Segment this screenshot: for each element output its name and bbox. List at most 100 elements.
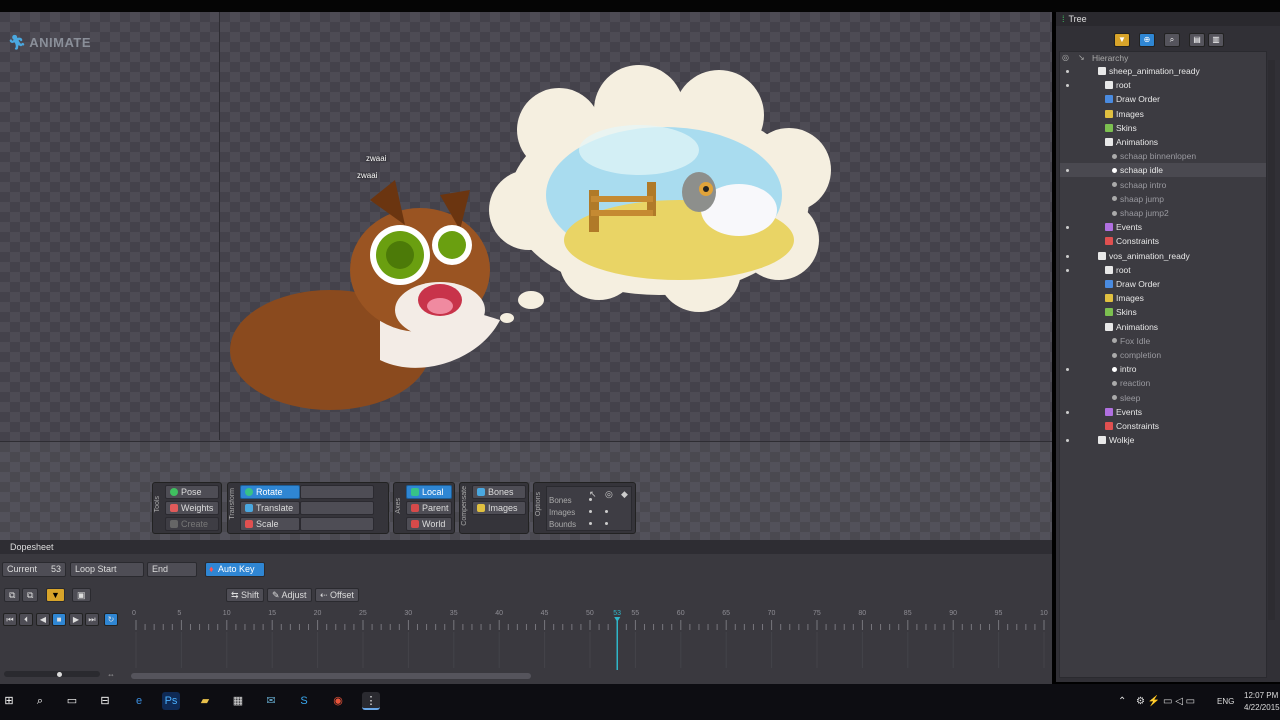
visibility-dot[interactable] [1066,410,1069,414]
tree-row[interactable]: completion [1060,348,1266,362]
tree-row[interactable]: sheep_animation_ready [1060,64,1266,78]
visibility-dot[interactable] [1066,368,1069,372]
tree-row[interactable]: Skins [1060,121,1266,135]
translate-value[interactable] [300,501,374,515]
tree-row[interactable]: Events [1060,220,1266,234]
copy-button[interactable]: ⧉ [4,588,21,602]
collapse-icon[interactable]: ▤ [1189,33,1205,47]
canvas-viewport[interactable]: 🏃︎ ANIMATE zwaai zwaai [0,12,1052,442]
tree-row[interactable]: shaap jump2 [1060,206,1266,220]
last-frame-icon[interactable]: ⏭ [85,613,99,626]
tree-row[interactable]: Constraints [1060,234,1266,248]
tree-row[interactable]: sleep [1060,391,1266,405]
local-button[interactable]: Local [406,485,452,499]
tree-row[interactable]: vos_animation_ready [1060,249,1266,263]
task-view-icon[interactable]: ▭ [63,692,81,710]
timeline-scrollbar[interactable] [131,673,531,679]
option-toggle[interactable] [589,498,592,501]
tray-icons[interactable]: ⚙ ⚡ ▭ ◁ ▭ [1136,696,1195,707]
edge-icon[interactable]: e [130,692,148,710]
tree-row[interactable]: Draw Order [1060,277,1266,291]
timeline-ruler[interactable]: 0 5 10 15 20 25 30 35 40 45 50 53 55 60 65 70 75 80 85 90 95… [130,606,1048,670]
play-icon[interactable]: ▶ [69,613,83,626]
stop-icon[interactable]: ■ [52,613,66,626]
visibility-dot[interactable] [1066,84,1069,88]
parent-button[interactable]: Parent [406,501,452,515]
zoom-slider[interactable] [4,671,100,677]
clock-date[interactable]: 4/22/2015 [1244,703,1280,712]
current-frame-field[interactable]: Current 53 [2,562,66,577]
tree-row[interactable]: schaap binnenlopen [1060,149,1266,163]
rotate-value[interactable] [300,485,374,499]
tree-row[interactable]: Draw Order [1060,92,1266,106]
tree-row[interactable]: Images [1060,107,1266,121]
photoshop-icon[interactable]: Ps [162,692,180,710]
fit-icon[interactable]: ⇔ [107,670,115,679]
tree-row[interactable]: Wolkje [1060,433,1266,447]
shift-button[interactable]: ⇆ Shift [226,588,265,602]
tree-row[interactable]: shaap jump [1060,192,1266,206]
mail-icon[interactable]: ✉ [262,692,280,710]
filter-icon[interactable]: ▼ [1114,33,1130,47]
tree-scrollbar[interactable] [1268,60,1275,620]
playhead-handle[interactable] [614,617,621,622]
folder-icon[interactable]: ▰ [196,692,214,710]
first-frame-icon[interactable]: ⏮ [3,613,17,626]
tray-arrow-icon[interactable]: ⌃ [1118,696,1126,707]
scale-value[interactable] [300,517,374,531]
loop-icon[interactable]: ↻ [104,613,118,626]
weights-button[interactable]: Weights [165,501,219,515]
tree-row[interactable]: Animations [1060,320,1266,334]
tree-row[interactable]: Fox Idle [1060,334,1266,348]
paste-button[interactable]: ⧉ [22,588,39,602]
visibility-dot[interactable] [1066,439,1069,443]
filter-icon[interactable]: ▼ [46,588,65,602]
tree-row[interactable]: Animations [1060,135,1266,149]
scale-button[interactable]: Scale [240,517,300,531]
loop-start-field[interactable]: Loop Start [70,562,144,577]
spine-icon[interactable]: ⋮ [362,692,380,710]
skype-icon[interactable]: S [295,692,313,710]
store-icon[interactable]: ⊟ [96,692,114,710]
prev-key-icon[interactable]: ⏴ [19,613,33,626]
visibility-dot[interactable] [1066,226,1069,230]
rotate-button[interactable]: Rotate [240,485,300,499]
offset-button[interactable]: ⇠ Offset [315,588,359,602]
option-toggle[interactable] [605,522,608,525]
language-indicator[interactable]: ENG [1217,697,1234,706]
option-toggle[interactable] [605,510,608,513]
translate-button[interactable]: Translate [240,501,300,515]
auto-key-button[interactable]: ♦ Auto Key [205,562,265,577]
world-button[interactable]: World [406,517,452,531]
tree-row[interactable]: root [1060,263,1266,277]
adjust-button[interactable]: ✎ Adjust [267,588,312,602]
zoom-slider-handle[interactable] [57,672,62,677]
tree-row[interactable]: Skins [1060,305,1266,319]
trash-icon[interactable]: ▣ [72,588,91,602]
create-button[interactable]: Create [165,517,219,531]
windows-start-icon[interactable]: ⊞ [0,692,18,710]
focus-icon[interactable]: ⊕ [1139,33,1155,47]
visibility-dot[interactable] [1066,254,1069,258]
tree-row[interactable]: schaap idle [1060,163,1266,178]
visibility-dot[interactable] [1066,268,1069,272]
chrome-icon[interactable]: ◉ [329,692,347,710]
compensate-bones-button[interactable]: Bones [472,485,526,499]
end-field[interactable]: End [147,562,197,577]
tree-row[interactable]: Images [1060,291,1266,305]
tree-row[interactable]: schaap intro [1060,178,1266,192]
search-icon[interactable]: ⌕ [31,692,49,710]
tree-row[interactable]: intro [1060,362,1266,376]
pose-button[interactable]: Pose [165,485,219,499]
app-icon[interactable]: ▦ [229,692,247,710]
compensate-images-button[interactable]: Images [472,501,526,515]
tree-row[interactable]: root [1060,78,1266,92]
tree-row[interactable]: reaction [1060,376,1266,390]
search-icon[interactable]: ⌕ [1164,33,1180,47]
visibility-dot[interactable] [1066,169,1069,173]
tree-row[interactable]: Constraints [1060,419,1266,433]
tree-row[interactable]: Events [1060,405,1266,419]
play-reverse-icon[interactable]: ◀ [36,613,50,626]
option-toggle[interactable] [589,522,592,525]
clock-time[interactable]: 12:07 PM [1244,691,1278,700]
